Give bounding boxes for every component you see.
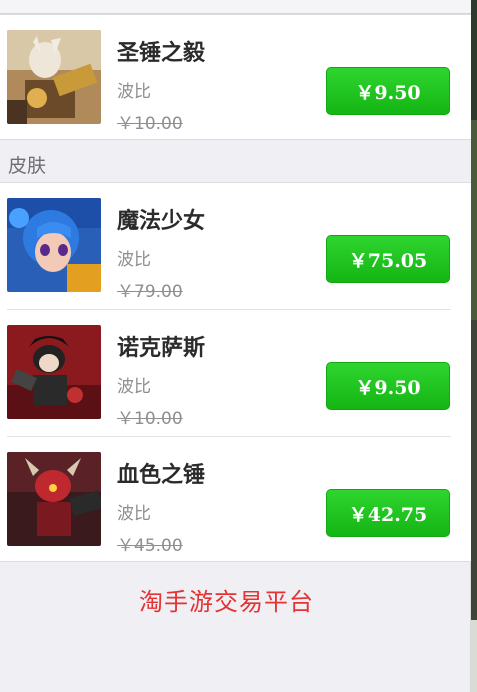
section-title: 皮肤 <box>8 155 47 177</box>
section-header-skins: 皮肤 <box>0 140 471 182</box>
product-name: 魔法少女 <box>117 209 206 234</box>
app-screen: 圣锤之毅 波比 ￥10.00 ￥9.50 皮肤 魔法少女 波比 ￥79.00 ￥… <box>0 0 471 692</box>
product-name: 圣锤之毅 <box>117 41 206 66</box>
poppy-noxus-icon <box>7 325 101 419</box>
product-section-2: 魔法少女 波比 ￥79.00 ￥75.05 诺克萨斯 波比 ￥10.00 ￥9.… <box>0 182 471 562</box>
background-edge <box>471 0 477 692</box>
buy-button[interactable]: ￥42.75 <box>326 489 450 537</box>
original-price: ￥45.00 <box>117 536 183 556</box>
seller-name: 波比 <box>117 250 151 270</box>
buy-button[interactable]: ￥9.50 <box>326 67 450 115</box>
seller-name: 波比 <box>117 504 151 524</box>
seller-name: 波比 <box>117 82 151 102</box>
poppy-hammer-skin-icon <box>7 30 101 124</box>
buy-button[interactable]: ￥75.05 <box>326 235 450 283</box>
poppy-blood-hammer-icon <box>7 452 101 546</box>
product-item[interactable]: 圣锤之毅 波比 ￥10.00 ￥9.50 <box>0 15 471 141</box>
original-price: ￥79.00 <box>117 282 183 302</box>
product-section-1: 圣锤之毅 波比 ￥10.00 ￥9.50 <box>0 14 471 140</box>
product-name: 血色之锤 <box>117 463 206 488</box>
seller-name: 波比 <box>117 377 151 397</box>
product-item[interactable]: 诺克萨斯 波比 ￥10.00 ￥9.50 <box>0 310 471 436</box>
product-name: 诺克萨斯 <box>117 336 206 361</box>
product-item[interactable]: 魔法少女 波比 ￥79.00 ￥75.05 <box>0 183 471 309</box>
product-item[interactable]: 血色之锤 波比 ￥45.00 ￥42.75 <box>0 437 471 563</box>
watermark-text: 淘手游交易平台 <box>139 588 314 616</box>
original-price: ￥10.00 <box>117 409 183 429</box>
poppy-star-guardian-icon <box>7 198 101 292</box>
original-price: ￥10.00 <box>117 114 183 134</box>
top-strip <box>0 0 471 14</box>
buy-button[interactable]: ￥9.50 <box>326 362 450 410</box>
